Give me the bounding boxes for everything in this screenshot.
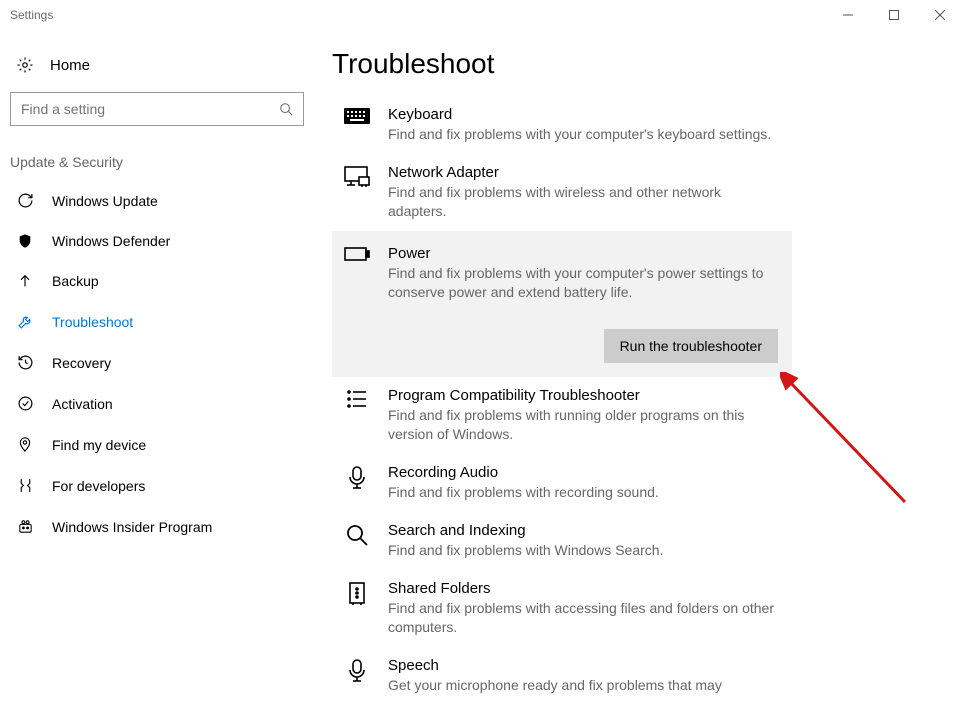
run-troubleshooter-button[interactable]: Run the troubleshooter [604, 329, 778, 363]
sidebar-item-label: Activation [52, 396, 113, 412]
troubleshoot-item-desc: Find and fix problems with wireless and … [388, 183, 780, 221]
microphone-icon [344, 657, 370, 695]
troubleshoot-item-desc: Find and fix problems with Windows Searc… [388, 541, 780, 560]
window-title: Settings [10, 8, 53, 22]
window-titlebar: Settings [0, 0, 963, 30]
sidebar-item-find-my-device[interactable]: Find my device [10, 424, 310, 465]
close-button[interactable] [917, 0, 963, 30]
sidebar: Home Update & Security Windows Update Wi… [0, 30, 320, 705]
sidebar-item-label: For developers [52, 478, 145, 494]
content-area: Troubleshoot Keyboard Find and fix probl… [320, 30, 963, 705]
troubleshoot-item-title: Shared Folders [388, 580, 780, 597]
search-input[interactable] [21, 101, 279, 117]
sidebar-item-windows-defender[interactable]: Windows Defender [10, 221, 310, 261]
troubleshoot-item-title: Keyboard [388, 106, 780, 123]
sidebar-item-windows-update[interactable]: Windows Update [10, 180, 310, 221]
sidebar-item-activation[interactable]: Activation [10, 383, 310, 424]
sidebar-item-label: Backup [52, 273, 99, 289]
troubleshoot-item-desc: Find and fix problems with accessing fil… [388, 599, 780, 637]
troubleshoot-item-title: Recording Audio [388, 464, 780, 481]
troubleshoot-item-desc: Find and fix problems with your computer… [388, 125, 780, 144]
shield-icon [16, 233, 34, 249]
troubleshoot-item-network-adapter[interactable]: Network Adapter Find and fix problems wi… [332, 154, 792, 231]
sync-icon [16, 192, 34, 209]
gear-icon [16, 56, 34, 74]
maximize-button[interactable] [871, 0, 917, 30]
troubleshoot-item-desc: Find and fix problems with running older… [388, 406, 780, 444]
shared-folders-icon [344, 580, 370, 637]
troubleshoot-item-keyboard[interactable]: Keyboard Find and fix problems with your… [332, 96, 792, 154]
microphone-icon [344, 464, 370, 502]
list-icon [344, 387, 370, 444]
keyboard-icon [344, 106, 370, 144]
location-icon [16, 436, 34, 453]
battery-icon [344, 245, 370, 302]
troubleshoot-item-title: Program Compatibility Troubleshooter [388, 387, 780, 404]
troubleshoot-item-desc: Find and fix problems with recording sou… [388, 483, 780, 502]
home-label: Home [50, 57, 90, 74]
history-icon [16, 354, 34, 371]
search-box[interactable] [10, 92, 304, 126]
troubleshoot-item-desc: Get your microphone ready and fix proble… [388, 676, 780, 695]
sidebar-item-troubleshoot[interactable]: Troubleshoot [10, 301, 310, 342]
troubleshoot-item-shared-folders[interactable]: Shared Folders Find and fix problems wit… [332, 570, 792, 647]
troubleshoot-item-title: Search and Indexing [388, 522, 780, 539]
sidebar-item-label: Find my device [52, 437, 146, 453]
sidebar-item-backup[interactable]: Backup [10, 261, 310, 301]
troubleshoot-item-speech[interactable]: Speech Get your microphone ready and fix… [332, 647, 792, 705]
minimize-icon [843, 10, 853, 20]
sidebar-item-label: Windows Insider Program [52, 519, 212, 535]
troubleshoot-item-power-selected: Power Find and fix problems with your co… [332, 231, 792, 378]
insider-icon [16, 518, 34, 535]
sidebar-item-label: Windows Defender [52, 233, 170, 249]
sidebar-section-heading: Update & Security [10, 126, 310, 180]
sidebar-item-label: Windows Update [52, 193, 158, 209]
sidebar-item-windows-insider[interactable]: Windows Insider Program [10, 506, 310, 547]
troubleshoot-item-power[interactable]: Power Find and fix problems with your co… [332, 231, 792, 312]
check-circle-icon [16, 395, 34, 412]
home-nav[interactable]: Home [10, 48, 310, 88]
troubleshoot-item-desc: Find and fix problems with your computer… [388, 264, 780, 302]
sidebar-item-for-developers[interactable]: For developers [10, 465, 310, 506]
wrench-icon [16, 313, 34, 330]
troubleshoot-item-title: Power [388, 245, 780, 262]
search-icon [279, 102, 293, 116]
minimize-button[interactable] [825, 0, 871, 30]
sidebar-item-label: Recovery [52, 355, 111, 371]
troubleshoot-item-program-compatibility[interactable]: Program Compatibility Troubleshooter Fin… [332, 377, 792, 454]
troubleshoot-item-title: Network Adapter [388, 164, 780, 181]
troubleshoot-item-title: Speech [388, 657, 780, 674]
page-title: Troubleshoot [332, 48, 923, 80]
tools-icon [16, 477, 34, 494]
upload-icon [16, 273, 34, 289]
network-adapter-icon [344, 164, 370, 221]
search-icon [344, 522, 370, 560]
sidebar-item-recovery[interactable]: Recovery [10, 342, 310, 383]
troubleshoot-item-recording-audio[interactable]: Recording Audio Find and fix problems wi… [332, 454, 792, 512]
window-controls [825, 0, 963, 30]
maximize-icon [889, 10, 899, 20]
troubleshoot-item-search-indexing[interactable]: Search and Indexing Find and fix problem… [332, 512, 792, 570]
close-icon [935, 10, 945, 20]
sidebar-item-label: Troubleshoot [52, 314, 133, 330]
